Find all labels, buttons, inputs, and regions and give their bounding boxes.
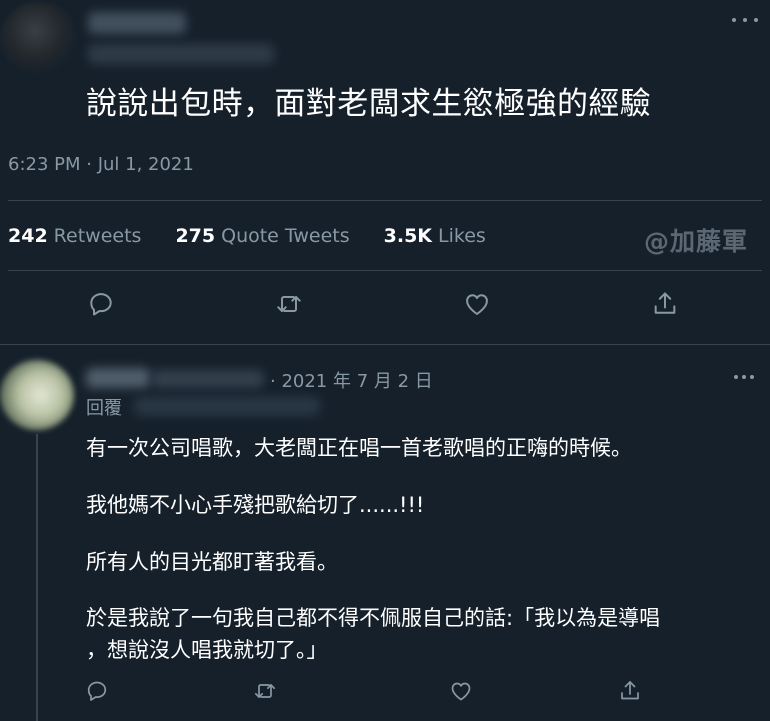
tweet-timestamp[interactable]: 6:23 PM · Jul 1, 2021 <box>8 154 194 175</box>
author-handle-blurred[interactable] <box>88 44 274 64</box>
author-avatar[interactable] <box>0 2 78 74</box>
divider <box>8 200 762 201</box>
reply-text-line: 我他媽不小心手殘把歌給切了......!!! <box>86 493 425 517</box>
tweet-detail-page: 說說出包時，面對老闆求生慾極強的經驗 6:23 PM · Jul 1, 2021… <box>0 0 770 721</box>
replying-to-handle-blurred[interactable] <box>134 396 320 416</box>
reply-icon[interactable] <box>77 671 117 711</box>
more-options-icon[interactable] <box>732 12 758 28</box>
likes-label: Likes <box>438 225 486 247</box>
quotes-stat[interactable]: 275 Quote Tweets <box>175 225 349 247</box>
likes-stat[interactable]: 3.5K Likes <box>384 225 486 247</box>
likes-count: 3.5K <box>383 225 433 247</box>
reply-text-line: ，想說沒人唱我就切了。」 <box>86 638 328 662</box>
reply-text-line: 所有人的目光都盯著我看。 <box>86 550 338 574</box>
tweet-stats: 242 Retweets 275 Quote Tweets 3.5K Likes <box>8 225 486 247</box>
share-icon[interactable] <box>610 671 650 711</box>
retweet-icon[interactable] <box>269 284 309 324</box>
quotes-count: 275 <box>175 225 216 247</box>
watermark: @加藤軍 <box>643 227 748 256</box>
quotes-label: Quote Tweets <box>221 225 350 247</box>
tweet-text: 說說出包時，面對老闆求生慾極強的經驗 <box>86 86 652 122</box>
reply-date[interactable]: · 2021 年 7 月 2 日 <box>270 367 433 393</box>
retweets-count: 242 <box>8 225 48 247</box>
retweets-label: Retweets <box>53 225 142 247</box>
retweet-icon[interactable] <box>245 671 285 711</box>
like-icon[interactable] <box>441 671 481 711</box>
reply-author-avatar[interactable] <box>0 360 74 430</box>
reply-more-options-icon[interactable] <box>734 372 754 382</box>
reply-action-bar <box>0 671 770 711</box>
reply-text-line: 於是我說了一句我自己都不得不佩服自己的話:「我以為是導唱 <box>86 606 661 630</box>
reply-author-name-blurred[interactable] <box>86 368 150 388</box>
author-name-blurred[interactable] <box>88 12 186 34</box>
retweets-stat[interactable]: 242 Retweets <box>8 225 141 247</box>
reply-author-handle-blurred[interactable] <box>152 370 264 388</box>
replying-to-label: 回覆 <box>86 398 122 419</box>
reply-icon[interactable] <box>81 284 121 324</box>
like-icon[interactable] <box>457 284 497 324</box>
share-icon[interactable] <box>645 284 685 324</box>
tweet-action-bar <box>0 284 770 324</box>
reply-text-line: 有一次公司唱歌，大老闆正在唱一首老歌唱的正嗨的時候。 <box>86 436 632 460</box>
divider <box>0 344 770 345</box>
divider <box>8 270 762 271</box>
